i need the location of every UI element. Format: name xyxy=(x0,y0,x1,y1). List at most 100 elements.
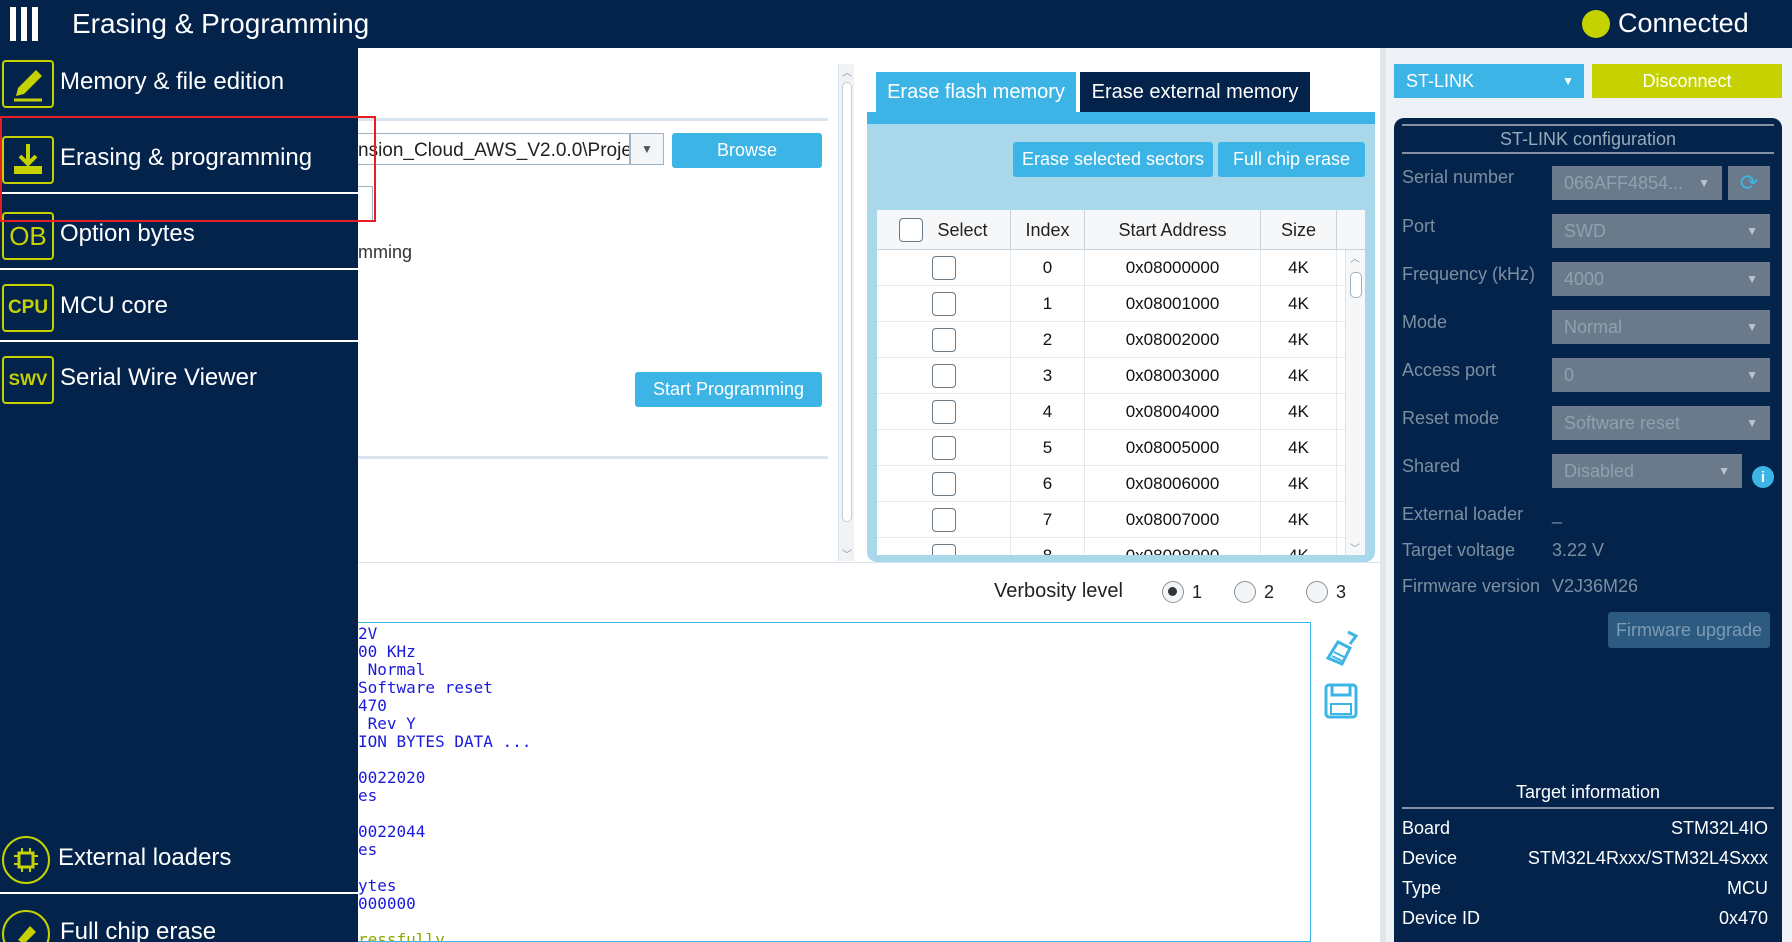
chevron-down-icon: ▼ xyxy=(1718,464,1730,478)
reset-mode-select[interactable]: Software reset ▼ xyxy=(1552,406,1770,440)
sector-checkbox[interactable] xyxy=(931,328,956,352)
info-icon[interactable]: i xyxy=(1752,466,1774,488)
sector-checkbox[interactable] xyxy=(931,400,956,424)
log-line: 470 xyxy=(358,696,387,715)
access-port-label: Access port xyxy=(1402,360,1497,380)
divider xyxy=(358,118,828,121)
divider xyxy=(358,456,828,459)
shared-select[interactable]: Disabled ▼ xyxy=(1552,454,1742,488)
sector-checkbox[interactable] xyxy=(931,508,956,532)
verbosity-radio-1[interactable] xyxy=(1162,581,1184,603)
reset-mode-label: Reset mode xyxy=(1402,408,1500,428)
sector-checkbox[interactable] xyxy=(931,436,956,460)
table-row[interactable]: 3 0x08003000 4K xyxy=(877,358,1347,394)
column-header-size: Size xyxy=(1261,210,1337,250)
reset-mode-value: Software reset xyxy=(1564,413,1681,433)
select-cell xyxy=(877,538,1011,555)
scroll-up-icon[interactable]: ︿ xyxy=(1350,250,1360,265)
sector-checkbox[interactable] xyxy=(931,364,956,388)
table-scrollbar[interactable]: ︿ ﹀ xyxy=(1345,250,1365,555)
sidebar-item-mcu-core[interactable]: CPU MCU core xyxy=(0,272,358,342)
sector-checkbox[interactable] xyxy=(931,256,956,280)
target-voltage-value: 3.22 V xyxy=(1552,540,1605,560)
sector-checkbox[interactable] xyxy=(931,292,956,316)
erase-selected-sectors-button[interactable]: Erase selected sectors xyxy=(1013,142,1213,177)
connection-status-text: Connected xyxy=(1618,8,1749,38)
type-value: MCU xyxy=(1727,878,1768,898)
table-row[interactable]: 1 0x08001000 4K xyxy=(877,286,1347,322)
start-address-cell: 0x08000000 xyxy=(1085,250,1261,286)
sector-checkbox[interactable] xyxy=(931,544,956,555)
browse-button[interactable]: Browse xyxy=(672,133,822,168)
log-line: 2V xyxy=(358,624,378,643)
start-address-cell: 0x08005000 xyxy=(1085,430,1261,466)
tab-erase-flash-memory[interactable]: Erase flash memory xyxy=(876,72,1076,112)
vertical-scrollbar[interactable]: ︿ ﹀ xyxy=(838,64,854,561)
save-log-icon[interactable] xyxy=(1324,682,1358,720)
sectors-table: Select Index Start Address Size 0 0x08000… xyxy=(877,210,1365,555)
scroll-down-icon[interactable]: ﹀ xyxy=(1350,540,1360,555)
interface-select-value: ST-LINK xyxy=(1406,71,1475,91)
page-title: Erasing & Programming xyxy=(72,8,370,39)
scroll-up-icon[interactable]: ︿ xyxy=(842,64,852,79)
select-column-header: Select xyxy=(877,210,1011,250)
serial-number-select[interactable]: 066AFF4854... ▼ xyxy=(1552,166,1722,200)
programming-option-label: mming xyxy=(358,242,413,262)
sidebar-item-external-loaders[interactable]: External loaders xyxy=(0,824,358,894)
log-line: Rev Y xyxy=(358,714,416,733)
start-programming-button[interactable]: Start Programming xyxy=(635,372,822,407)
sidebar-item-serial-wire-viewer[interactable]: SWV Serial Wire Viewer xyxy=(0,344,358,414)
verbosity-radio-3[interactable] xyxy=(1306,581,1328,603)
board-label: Board xyxy=(1402,818,1451,838)
firmware-version-value: V2J36M26 xyxy=(1552,576,1639,596)
interface-select[interactable]: ST-LINK ▼ xyxy=(1394,64,1584,98)
start-address-cell: 0x08007000 xyxy=(1085,502,1261,538)
device-value: STM32L4Rxxx/STM32L4Sxxx xyxy=(1527,848,1768,868)
sidebar-item-full-chip-erase[interactable]: Full chip erase xyxy=(0,898,358,942)
start-address-cell: 0x08002000 xyxy=(1085,322,1261,358)
index-cell: 4 xyxy=(1011,394,1085,430)
sidebar-item-label: Full chip erase xyxy=(60,918,217,942)
firmware-upgrade-button[interactable]: Firmware upgrade xyxy=(1608,612,1770,648)
full-chip-erase-button[interactable]: Full chip erase xyxy=(1218,142,1365,177)
size-cell: 4K xyxy=(1261,466,1337,502)
table-row[interactable]: 7 0x08007000 4K xyxy=(877,502,1347,538)
hamburger-menu-icon[interactable] xyxy=(6,6,42,42)
target-info-title: Target information xyxy=(1402,782,1774,809)
scroll-down-icon[interactable]: ﹀ xyxy=(842,546,852,561)
clear-log-broom-icon[interactable] xyxy=(1324,630,1359,668)
log-console[interactable]: 2V 00 KHz Normal Software reset 470 Rev Y IO… xyxy=(358,622,1311,942)
table-row[interactable]: 5 0x08005000 4K xyxy=(877,430,1347,466)
port-select[interactable]: SWD ▼ xyxy=(1552,214,1770,248)
index-cell: 1 xyxy=(1011,286,1085,322)
disconnect-button[interactable]: Disconnect xyxy=(1592,64,1782,98)
table-row[interactable]: 2 0x08002000 4K xyxy=(877,322,1347,358)
mode-select[interactable]: Normal ▼ xyxy=(1552,310,1770,344)
table-row[interactable]: 4 0x08004000 4K xyxy=(877,394,1347,430)
scrollbar-thumb[interactable] xyxy=(1350,272,1362,298)
refresh-icon[interactable]: ⟳ xyxy=(1728,166,1770,200)
file-path-input[interactable]: nsion_Cloud_AWS_V2.0.0\Project xyxy=(358,133,630,165)
access-port-select[interactable]: 0 ▼ xyxy=(1552,358,1770,392)
frequency-select[interactable]: 4000 ▼ xyxy=(1552,262,1770,296)
size-cell: 4K xyxy=(1261,250,1337,286)
verbosity-radio-2[interactable] xyxy=(1234,581,1256,603)
start-address-cell: 0x08006000 xyxy=(1085,466,1261,502)
scrollbar-thumb[interactable] xyxy=(842,82,852,522)
sidebar-item-label: MCU core xyxy=(60,292,169,319)
column-header-select: Select xyxy=(937,219,988,240)
board-value: STM32L4IO xyxy=(1670,818,1768,838)
select-all-checkbox[interactable] xyxy=(899,218,924,242)
size-cell: 4K xyxy=(1261,394,1337,430)
device-label: Device xyxy=(1402,848,1458,868)
file-path-dropdown-icon[interactable]: ▼ xyxy=(630,133,664,165)
tab-erase-external-memory[interactable]: Erase external memory xyxy=(1080,72,1310,112)
device-id-value: 0x470 xyxy=(1718,908,1768,928)
table-row[interactable]: 80x080080004K xyxy=(877,538,1347,555)
sidebar-item-memory-file-edition[interactable]: Memory & file edition xyxy=(0,48,358,118)
chevron-down-icon: ▼ xyxy=(1698,176,1710,190)
sector-checkbox[interactable] xyxy=(931,472,956,496)
table-row[interactable]: 0 0x08000000 4K xyxy=(877,250,1347,286)
table-row[interactable]: 6 0x08006000 4K xyxy=(877,466,1347,502)
